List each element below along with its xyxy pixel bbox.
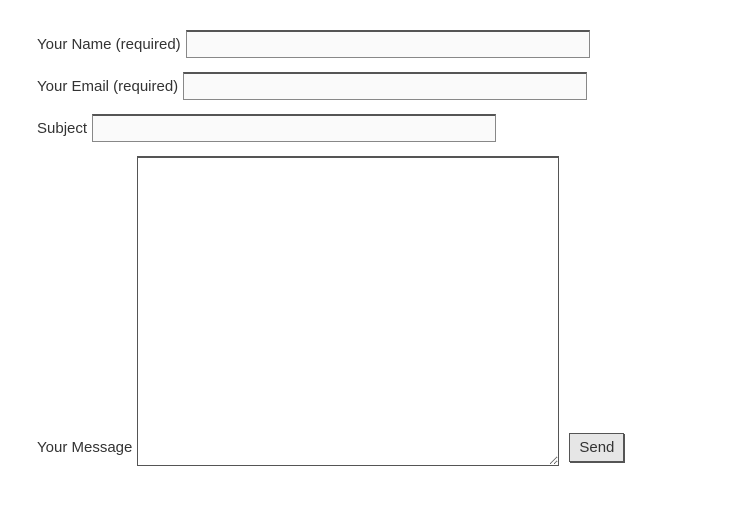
message-row: Your Message Send [37, 156, 730, 466]
email-row: Your Email (required) [37, 72, 730, 100]
name-label: Your Name (required) [37, 34, 181, 55]
subject-input[interactable] [92, 114, 496, 142]
email-input[interactable] [183, 72, 587, 100]
email-label: Your Email (required) [37, 76, 178, 97]
subject-row: Subject [37, 114, 730, 142]
contact-form: Your Name (required) Your Email (require… [0, 0, 730, 466]
message-label: Your Message [37, 439, 132, 466]
send-button[interactable]: Send [569, 433, 624, 462]
name-row: Your Name (required) [37, 30, 730, 58]
subject-label: Subject [37, 118, 87, 139]
message-input[interactable] [137, 156, 559, 466]
name-input[interactable] [186, 30, 590, 58]
